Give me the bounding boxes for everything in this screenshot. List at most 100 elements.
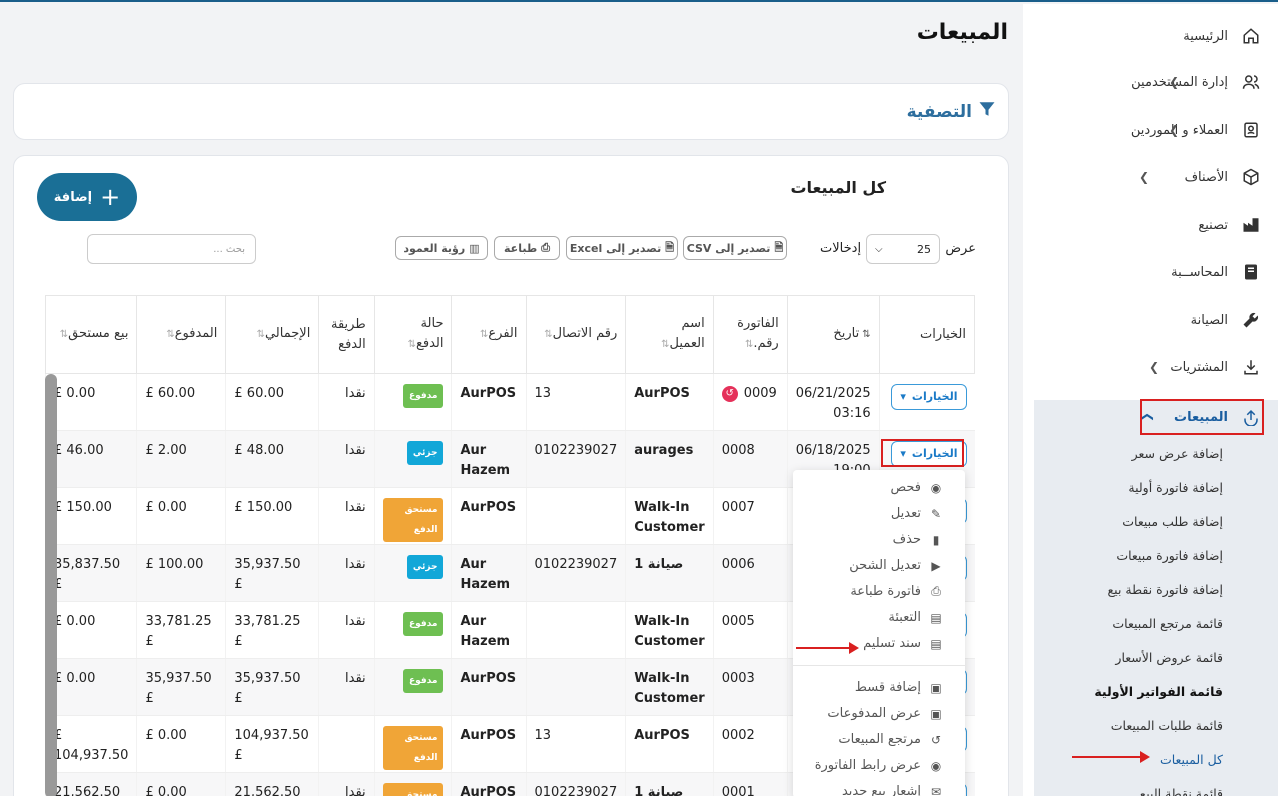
branch-value: AurPOS [460, 728, 517, 743]
dropdown-item[interactable]: ▮ حذف [893, 532, 943, 547]
row-options-button[interactable]: الخيارات ▾ [891, 384, 967, 410]
submenu-quotes-list[interactable]: قائمة عروض الأسعار [1115, 650, 1223, 665]
col-due[interactable]: بيع مستحق⇅ [44, 295, 138, 374]
column-visibility-button[interactable]: ▥ رؤية العمود [395, 236, 488, 260]
col-customer[interactable]: اسم العميل⇅ [625, 295, 714, 374]
submenu-add-sales-order[interactable]: إضافة طلب مبيعات [1122, 514, 1223, 529]
table-header-row: الخيارات ⇅تاريخ الفاتورة رقم.⇅ اسم العمي… [44, 295, 976, 374]
cell-branch: AurPOS [451, 715, 527, 773]
header-label: الإجمالي [264, 326, 311, 341]
dropdown-item[interactable]: ▤ التعبئة [888, 610, 943, 625]
cell-method: نقدا [318, 601, 375, 659]
paid-value: 0.00 £ [145, 785, 187, 796]
cell-branch: Aur Hazem [451, 601, 527, 659]
status-badge: مدفوع [403, 612, 444, 636]
highlight-box [1140, 399, 1264, 435]
cell-paid: 0.00 £ [136, 715, 226, 773]
invoice-value: 0007 [721, 500, 755, 515]
dropdown-item[interactable]: ✎ تعديل [891, 506, 943, 521]
main-content: المبيعات التصفية + إضافة كل المبيعات عرض… [0, 2, 1023, 796]
sidebar-item-products[interactable]: الأصناف ❯ [1023, 157, 1278, 197]
due-value: 0.00 £ [54, 386, 96, 401]
table-scrollbar[interactable] [45, 374, 57, 796]
due-value: 35,837.50 £ [54, 557, 121, 592]
sidebar-item-maintenance[interactable]: الصيانة [1023, 300, 1278, 340]
col-invoice[interactable]: الفاتورة رقم.⇅ [712, 295, 788, 374]
dropdown-item[interactable]: ▣ إضافة قسط [855, 680, 943, 695]
col-phone[interactable]: رقم الاتصال⇅ [525, 295, 627, 374]
total-value: 150.00 £ [234, 500, 293, 515]
submenu-sales-returns[interactable]: قائمة مرتجع المبيعات [1112, 616, 1223, 631]
col-paid[interactable]: المدفوع⇅ [136, 295, 227, 374]
sidebar-item-manufacturing[interactable]: تصنيع [1023, 205, 1278, 245]
file-excel-icon: 🗎 [665, 240, 675, 254]
col-date[interactable]: ⇅تاريخ [786, 295, 880, 374]
customer-value: صيانة 1 [634, 785, 684, 796]
sidebar-item-contacts[interactable]: العملاء و الموردين ❯ [1023, 110, 1278, 150]
header-label: طريقة الدفع [331, 316, 366, 352]
dropdown-item[interactable]: ▣ عرض المدفوعات [827, 706, 943, 721]
cell-phone: 13 [525, 373, 626, 431]
submenu-proforma-list[interactable]: قائمة الفواتير الأولية [1094, 684, 1223, 699]
due-value: 150.00 £ [54, 500, 112, 515]
chevron-left-icon: ❯ [1169, 123, 1180, 137]
entries-value: 25 [917, 242, 931, 256]
print-button[interactable]: ⎙ طباعة [494, 236, 560, 260]
cell-customer: aurages [625, 430, 714, 488]
submenu-pos-list[interactable]: قائمة نقطة البيع [1140, 786, 1223, 796]
dropdown-item[interactable]: ↺ مرتجع المبيعات [838, 732, 943, 747]
col-total[interactable]: الإجمالي⇅ [225, 295, 320, 374]
dropdown-item[interactable]: ▶ تعديل الشحن [849, 558, 943, 573]
dropdown-item[interactable]: ▤ سند تسليم [863, 636, 943, 651]
submenu-sales-orders-list[interactable]: قائمة طلبات المبيعات [1111, 718, 1223, 733]
sidebar-item-accounting[interactable]: المحاســبة [1023, 252, 1278, 292]
factory-icon [1240, 214, 1262, 236]
dropdown-item-label: التعبئة [888, 610, 921, 625]
sort-icon: ⇅ [256, 329, 265, 340]
dropdown-item[interactable]: ✉ إشعار بيع جديد [842, 784, 943, 796]
add-sale-button[interactable]: + إضافة [37, 173, 137, 221]
cell-invoice: 0008 [712, 430, 788, 488]
header-label: رقم الاتصال [552, 326, 618, 341]
export-csv-button[interactable]: 🗎 تصدير إلى CSV [683, 236, 787, 260]
method-value: نقدا [345, 500, 366, 515]
options-label: الخيارات [911, 390, 958, 403]
entries-select[interactable]: 25 ⌵ [866, 234, 940, 264]
download-icon [1240, 356, 1262, 378]
filter-toggle[interactable]: التصفية [907, 100, 996, 123]
dropdown-item[interactable]: ◉ عرض رابط الفاتورة [815, 758, 943, 773]
submenu-add-proforma[interactable]: إضافة فاتورة أولية [1128, 480, 1223, 495]
cell-options: الخيارات ▾ [878, 373, 975, 431]
search-input[interactable]: بحث ... [87, 234, 256, 264]
dropdown-item[interactable]: ⎙ فاتورة طباعة [850, 584, 943, 599]
cell-total: 104,937.50 £ [225, 715, 319, 773]
total-value: 48.00 £ [234, 443, 285, 458]
status-badge: مدفوع [403, 384, 444, 408]
sidebar-item-users[interactable]: إدارة المستخدمين ❯ [1023, 62, 1278, 102]
truck-icon: ▶ [931, 558, 941, 573]
dropdown-item[interactable]: ◉ فحص [890, 480, 943, 495]
chevron-down-icon: ⌵ [875, 243, 883, 255]
sidebar-item-label: المحاســبة [1171, 264, 1228, 280]
sidebar-item-purchases[interactable]: المشتريات ❯ [1023, 347, 1278, 387]
submenu-add-pos-invoice[interactable]: إضافة فاتورة نقطة بيع [1108, 582, 1223, 597]
col-payment-status[interactable]: حالة الدفع⇅ [373, 295, 453, 374]
chevron-left-icon: ❯ [1149, 360, 1160, 374]
submenu-add-quote[interactable]: إضافة عرض سعر [1132, 446, 1223, 461]
header-label: بيع مستحق [68, 326, 129, 341]
print-icon: ⎙ [931, 584, 941, 598]
submenu-all-sales[interactable]: كل المبيعات [1160, 752, 1223, 767]
filter-card[interactable]: التصفية [13, 83, 1009, 140]
sidebar-item-home[interactable]: الرئيسية [1023, 16, 1278, 56]
submenu-add-sales-invoice[interactable]: إضافة فاتورة مبيعات [1116, 548, 1223, 563]
total-value: 33,781.25 £ [234, 614, 301, 649]
cell-total: 150.00 £ [225, 487, 319, 545]
method-value: نقدا [345, 443, 366, 458]
paid-value: 60.00 £ [145, 386, 196, 401]
export-excel-button[interactable]: 🗎 تصدير إلى Excel [566, 236, 678, 260]
dropdown-item-label: مرتجع المبيعات [838, 732, 921, 747]
sidebar-item-label: المشتريات [1170, 359, 1228, 375]
cell-paid: 2.00 £ [136, 430, 226, 488]
col-branch[interactable]: الفرع⇅ [451, 295, 527, 374]
col-payment-method: طريقة الدفع [318, 295, 375, 374]
